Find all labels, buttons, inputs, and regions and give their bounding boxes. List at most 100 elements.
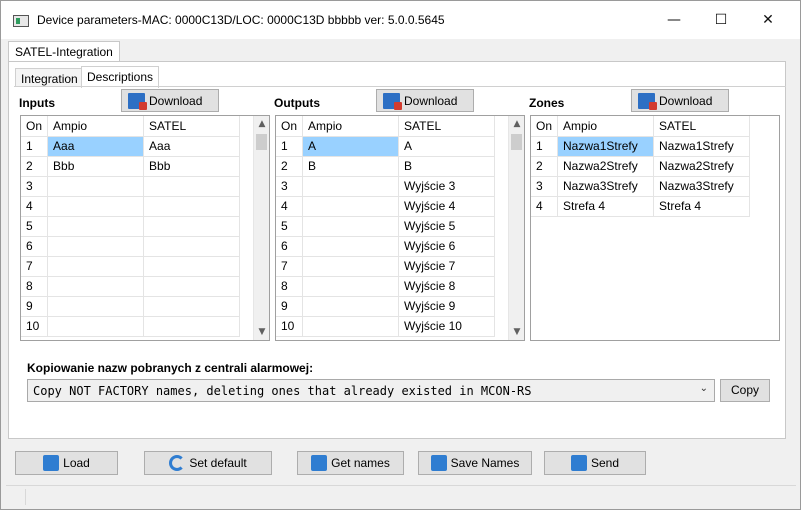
table-cell[interactable]: 1 <box>276 136 304 157</box>
table-row[interactable]: 9 <box>21 296 241 317</box>
column-header[interactable]: SATEL <box>398 116 496 137</box>
column-header[interactable]: On <box>531 116 559 137</box>
table-row[interactable]: 3 Wyjście 3 <box>276 176 496 197</box>
inputs-download-button[interactable]: Download <box>121 89 219 112</box>
table-cell[interactable] <box>47 176 145 197</box>
table-row[interactable]: 6 <box>21 236 241 257</box>
table-cell[interactable]: 7 <box>21 256 49 277</box>
table-row[interactable]: 10 <box>21 316 241 337</box>
table-cell[interactable]: Strefa 4 <box>653 196 751 217</box>
table-row[interactable]: 1 Aaa Aaa <box>21 136 241 157</box>
table-row[interactable]: 7 Wyjście 7 <box>276 256 496 277</box>
table-cell[interactable]: B <box>398 156 496 177</box>
table-cell[interactable]: 3 <box>21 176 49 197</box>
scroll-up-icon[interactable]: ▲ <box>509 116 524 132</box>
copy-mode-select[interactable]: Copy NOT FACTORY names, deleting ones th… <box>27 379 715 402</box>
table-cell[interactable] <box>143 256 241 277</box>
table-cell[interactable]: 1 <box>21 136 49 157</box>
scroll-down-icon[interactable]: ▼ <box>254 324 269 340</box>
outputs-scrollbar[interactable]: ▲ ▼ <box>508 116 524 340</box>
column-header[interactable]: Ampio <box>302 116 400 137</box>
table-cell[interactable]: Wyjście 7 <box>398 256 496 277</box>
table-row[interactable]: 8 Wyjście 8 <box>276 276 496 297</box>
table-cell[interactable]: Aaa <box>47 136 145 157</box>
table-cell[interactable]: Aaa <box>143 136 241 157</box>
table-cell[interactable]: 2 <box>531 156 559 177</box>
table-cell[interactable]: 7 <box>276 256 304 277</box>
table-cell[interactable]: 5 <box>276 216 304 237</box>
table-cell[interactable]: A <box>398 136 496 157</box>
table-row[interactable]: 7 <box>21 256 241 277</box>
table-cell[interactable] <box>47 296 145 317</box>
column-header[interactable]: On <box>276 116 304 137</box>
table-cell[interactable] <box>143 276 241 297</box>
table-cell[interactable] <box>47 276 145 297</box>
table-cell[interactable] <box>302 236 400 257</box>
column-header[interactable]: On <box>21 116 49 137</box>
table-row[interactable]: 6 Wyjście 6 <box>276 236 496 257</box>
maximize-button[interactable]: ☐ <box>698 1 744 39</box>
minimize-button[interactable]: — <box>651 1 697 39</box>
table-row[interactable]: 4 <box>21 196 241 217</box>
table-cell[interactable] <box>302 276 400 297</box>
table-cell[interactable]: Nazwa2Strefy <box>653 156 751 177</box>
table-row[interactable]: 10 Wyjście 10 <box>276 316 496 337</box>
table-cell[interactable] <box>47 316 145 337</box>
table-row[interactable]: 1AA <box>276 136 496 157</box>
table-cell[interactable] <box>143 216 241 237</box>
table-cell[interactable]: Nazwa3Strefy <box>653 176 751 197</box>
table-cell[interactable]: Wyjście 3 <box>398 176 496 197</box>
inputs-grid[interactable]: On Ampio SATEL 1 Aaa Aaa 2 Bbb Bbb 3 4 5 6 7 8 9 10 ▲ ▼ <box>20 115 270 341</box>
table-cell[interactable]: Wyjście 10 <box>398 316 496 337</box>
table-cell[interactable]: Wyjście 9 <box>398 296 496 317</box>
table-cell[interactable]: 2 <box>21 156 49 177</box>
table-cell[interactable] <box>143 176 241 197</box>
table-cell[interactable]: Wyjście 5 <box>398 216 496 237</box>
table-cell[interactable]: 10 <box>21 316 49 337</box>
tab-satel-integration[interactable]: SATEL-Integration <box>8 41 120 62</box>
table-cell[interactable] <box>302 316 400 337</box>
table-cell[interactable]: 3 <box>276 176 304 197</box>
table-cell[interactable]: 8 <box>276 276 304 297</box>
table-cell[interactable]: 4 <box>276 196 304 217</box>
table-row[interactable]: 5 <box>21 216 241 237</box>
table-cell[interactable] <box>143 316 241 337</box>
table-cell[interactable] <box>47 216 145 237</box>
table-cell[interactable]: 8 <box>21 276 49 297</box>
table-cell[interactable]: Bbb <box>47 156 145 177</box>
zones-grid[interactable]: On Ampio SATEL 1 Nazwa1Strefy Nazwa1Strefy 2 Na… <box>530 115 780 341</box>
table-cell[interactable] <box>302 256 400 277</box>
table-cell[interactable]: B <box>302 156 400 177</box>
table-cell[interactable]: Nazwa3Strefy <box>557 176 655 197</box>
column-header[interactable]: SATEL <box>653 116 751 137</box>
table-row[interactable]: 2BB <box>276 156 496 177</box>
table-cell[interactable]: 9 <box>21 296 49 317</box>
table-cell[interactable] <box>143 296 241 317</box>
scroll-thumb[interactable] <box>256 134 267 150</box>
outputs-download-button[interactable]: Download <box>376 89 474 112</box>
table-row[interactable]: 2 Nazwa2Strefy Nazwa2Strefy <box>531 156 751 177</box>
table-cell[interactable]: Nazwa1Strefy <box>653 136 751 157</box>
table-cell[interactable]: 4 <box>531 196 559 217</box>
table-row[interactable]: 5 Wyjście 5 <box>276 216 496 237</box>
table-cell[interactable]: 3 <box>531 176 559 197</box>
table-cell[interactable]: Wyjście 8 <box>398 276 496 297</box>
table-row[interactable]: 4 Strefa 4 Strefa 4 <box>531 196 751 217</box>
table-cell[interactable] <box>47 256 145 277</box>
zones-download-button[interactable]: Download <box>631 89 729 112</box>
table-row[interactable]: 4 Wyjście 4 <box>276 196 496 217</box>
outputs-grid[interactable]: On Ampio SATEL 1 A A 2 B B 3 Wyjście 3 4 Wyjście 45W… <box>275 115 525 341</box>
send-button[interactable]: Send <box>544 451 646 475</box>
set-default-button[interactable]: Set default <box>144 451 272 475</box>
table-row[interactable]: 8 <box>21 276 241 297</box>
table-cell[interactable]: Strefa 4 <box>557 196 655 217</box>
column-header[interactable]: Ampio <box>47 116 145 137</box>
tab-descriptions[interactable]: Descriptions <box>81 66 160 88</box>
inputs-scrollbar[interactable]: ▲ ▼ <box>253 116 269 340</box>
table-cell[interactable]: Wyjście 4 <box>398 196 496 217</box>
table-row[interactable]: 9 Wyjście 9 <box>276 296 496 317</box>
table-cell[interactable] <box>302 216 400 237</box>
table-row[interactable]: 3 <box>21 176 241 197</box>
table-cell[interactable] <box>302 296 400 317</box>
table-row[interactable]: 3 Nazwa3Strefy Nazwa3Strefy <box>531 176 751 197</box>
